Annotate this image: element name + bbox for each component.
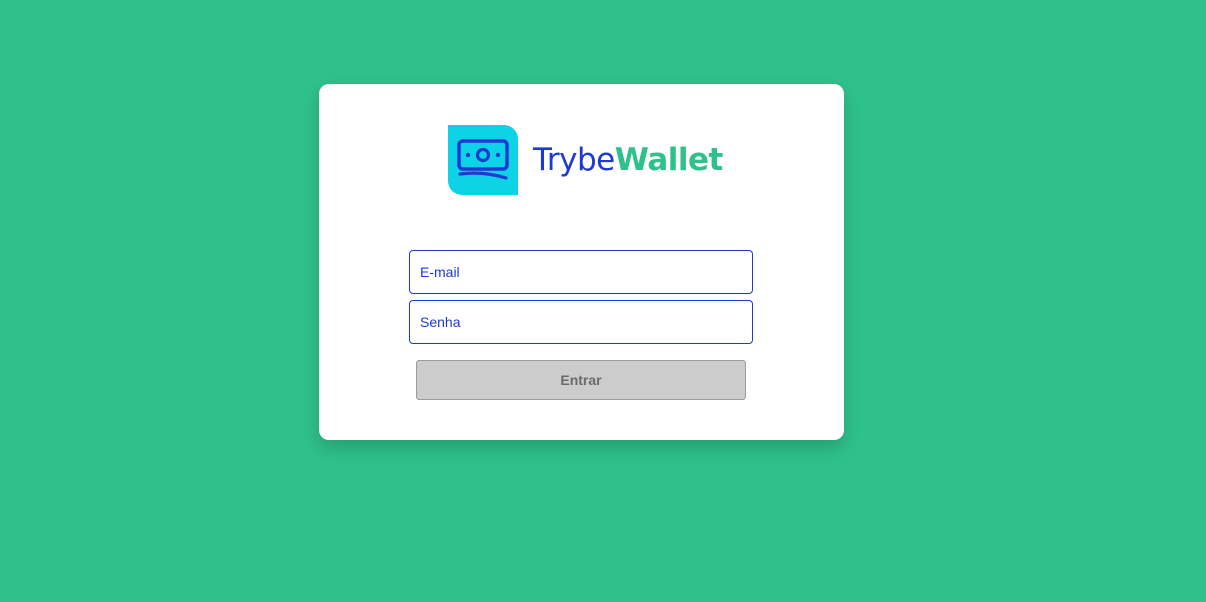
- brand-name-trybe: Trybe: [533, 141, 615, 178]
- brand-name-wallet: Wallet: [614, 141, 724, 178]
- money-bill-icon: [448, 125, 518, 195]
- password-input[interactable]: [409, 300, 753, 344]
- brand-logo: TrybeWallet: [448, 125, 723, 195]
- login-card: TrybeWallet Entrar: [319, 84, 844, 440]
- brand-name: TrybeWallet: [533, 141, 724, 178]
- login-button[interactable]: Entrar: [416, 360, 746, 400]
- email-input[interactable]: [409, 250, 753, 294]
